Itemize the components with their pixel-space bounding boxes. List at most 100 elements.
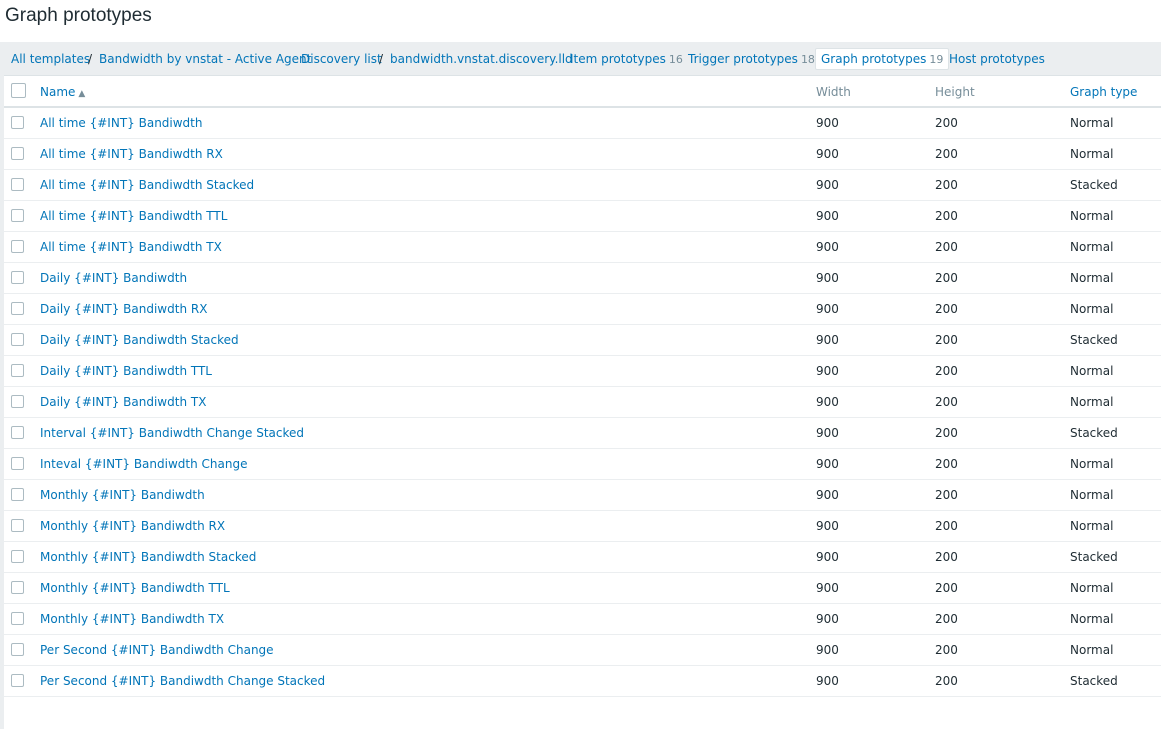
row-checkbox[interactable] [11, 116, 24, 129]
table-row: Monthly {#INT} Bandiwdth TX 900 200 Normal [4, 604, 1161, 635]
tab-trigger-prototypes[interactable]: Trigger prototypes 18 [688, 50, 815, 68]
row-height-cell: 200 [935, 581, 958, 595]
row-name-cell: Monthly {#INT} Bandiwdth TX [40, 604, 224, 634]
row-checkbox[interactable] [11, 395, 24, 408]
graph-prototype-link[interactable]: Monthly {#INT} Bandiwdth Stacked [40, 550, 256, 564]
row-width-cell: 900 [816, 302, 839, 316]
row-height-cell: 200 [935, 209, 958, 223]
row-checkbox[interactable] [11, 271, 24, 284]
graph-prototype-link[interactable]: Daily {#INT} Bandiwdth RX [40, 302, 207, 316]
row-checkbox[interactable] [11, 364, 24, 377]
breadcrumb-separator: / [88, 52, 93, 66]
column-header-height: Height [935, 85, 975, 99]
select-all-checkbox[interactable] [11, 83, 26, 98]
row-width-cell: 900 [816, 581, 839, 595]
row-graph-type-cell: Normal [1070, 519, 1114, 533]
tab-host-prototypes[interactable]: Host prototypes [949, 50, 1045, 68]
row-graph-type-cell: Stacked [1070, 333, 1118, 347]
row-name-cell: Daily {#INT} Bandiwdth TX [40, 387, 206, 417]
row-width-cell: 900 [816, 674, 839, 688]
graph-prototype-link[interactable]: All time {#INT} Bandiwdth TTL [40, 209, 227, 223]
row-width-cell: 900 [816, 147, 839, 161]
row-height-cell: 200 [935, 116, 958, 130]
row-graph-type-cell: Normal [1070, 364, 1114, 378]
tab-label: Graph prototypes [821, 52, 927, 66]
column-header-width: Width [816, 85, 851, 99]
row-checkbox[interactable] [11, 457, 24, 470]
table-row: Daily {#INT} Bandiwdth RX 900 200 Normal [4, 294, 1161, 325]
row-graph-type-cell: Normal [1070, 240, 1114, 254]
row-name-cell: Monthly {#INT} Bandiwdth [40, 480, 205, 510]
breadcrumb-navbar: All templates / Bandwidth by vnstat - Ac… [4, 42, 1161, 76]
tab-discovery-list[interactable]: Discovery list [301, 50, 382, 68]
graph-prototype-link[interactable]: Per Second {#INT} Bandiwdth Change [40, 643, 274, 657]
table-row: Monthly {#INT} Bandiwdth TTL 900 200 Normal [4, 573, 1161, 604]
sort-by-name-link[interactable]: Name [40, 85, 75, 99]
row-name-cell: Daily {#INT} Bandiwdth Stacked [40, 325, 239, 355]
row-checkbox[interactable] [11, 581, 24, 594]
row-checkbox[interactable] [11, 209, 24, 222]
row-graph-type-cell: Normal [1070, 488, 1114, 502]
row-graph-type-cell: Normal [1070, 147, 1114, 161]
graph-prototype-link[interactable]: Interval {#INT} Bandiwdth Change Stacked [40, 426, 304, 440]
breadcrumb-template[interactable]: Bandwidth by vnstat - Active Agent [99, 50, 311, 68]
graph-prototype-link[interactable]: All time {#INT} Bandiwdth TX [40, 240, 222, 254]
row-checkbox[interactable] [11, 333, 24, 346]
table-row: Monthly {#INT} Bandiwdth RX 900 200 Normal [4, 511, 1161, 542]
row-checkbox[interactable] [11, 178, 24, 191]
row-height-cell: 200 [935, 395, 958, 409]
row-checkbox[interactable] [11, 643, 24, 656]
graph-prototype-link[interactable]: Inteval {#INT} Bandiwdth Change [40, 457, 247, 471]
graph-prototype-link[interactable]: Monthly {#INT} Bandiwdth RX [40, 519, 225, 533]
table-body: All time {#INT} Bandiwdth 900 200 Normal All… [4, 108, 1161, 697]
graph-prototypes-table: Name ▲ Width Height Graph type All time {… [4, 77, 1161, 697]
row-checkbox[interactable] [11, 302, 24, 315]
row-height-cell: 200 [935, 147, 958, 161]
row-checkbox[interactable] [11, 612, 24, 625]
breadcrumb-separator: / [379, 52, 384, 66]
graph-prototype-link[interactable]: All time {#INT} Bandiwdth [40, 116, 203, 130]
page-title: Graph prototypes [5, 5, 152, 26]
row-checkbox[interactable] [11, 519, 24, 532]
graph-prototype-link[interactable]: Daily {#INT} Bandiwdth TX [40, 395, 206, 409]
row-checkbox[interactable] [11, 240, 24, 253]
row-checkbox[interactable] [11, 488, 24, 501]
tab-label: Item prototypes [570, 52, 666, 66]
row-checkbox[interactable] [11, 674, 24, 687]
row-width-cell: 900 [816, 364, 839, 378]
row-checkbox[interactable] [11, 426, 24, 439]
graph-prototype-link[interactable]: Daily {#INT} Bandiwdth [40, 271, 187, 285]
row-graph-type-cell: Stacked [1070, 674, 1118, 688]
graph-prototype-link[interactable]: Daily {#INT} Bandiwdth TTL [40, 364, 212, 378]
row-height-cell: 200 [935, 178, 958, 192]
tab-item-prototypes[interactable]: Item prototypes 16 [570, 50, 683, 68]
table-row: Monthly {#INT} Bandiwdth Stacked 900 200 St… [4, 542, 1161, 573]
graph-prototype-link[interactable]: All time {#INT} Bandiwdth Stacked [40, 178, 254, 192]
row-name-cell: All time {#INT} Bandiwdth TX [40, 232, 222, 262]
row-name-cell: Daily {#INT} Bandiwdth TTL [40, 356, 212, 386]
graph-prototype-link[interactable]: Per Second {#INT} Bandiwdth Change Stack… [40, 674, 325, 688]
table-row: All time {#INT} Bandiwdth TTL 900 200 Norma… [4, 201, 1161, 232]
graph-prototype-link[interactable]: All time {#INT} Bandiwdth RX [40, 147, 223, 161]
graph-prototype-link[interactable]: Daily {#INT} Bandiwdth Stacked [40, 333, 239, 347]
sort-by-graph-type-link[interactable]: Graph type [1070, 85, 1137, 99]
breadcrumb-discovery-rule[interactable]: bandwidth.vnstat.discovery.lld [390, 50, 573, 68]
row-width-cell: 900 [816, 550, 839, 564]
row-height-cell: 200 [935, 488, 958, 502]
row-height-cell: 200 [935, 271, 958, 285]
tab-graph-prototypes[interactable]: Graph prototypes 19 [815, 48, 950, 70]
row-checkbox[interactable] [11, 147, 24, 160]
graph-prototype-link[interactable]: Monthly {#INT} Bandiwdth TX [40, 612, 224, 626]
row-height-cell: 200 [935, 674, 958, 688]
row-graph-type-cell: Stacked [1070, 550, 1118, 564]
row-height-cell: 200 [935, 364, 958, 378]
graph-prototype-link[interactable]: Monthly {#INT} Bandiwdth [40, 488, 205, 502]
graph-prototype-link[interactable]: Monthly {#INT} Bandiwdth TTL [40, 581, 230, 595]
row-checkbox[interactable] [11, 550, 24, 563]
breadcrumb-all-templates[interactable]: All templates [11, 50, 90, 68]
column-header-name: Name ▲ [40, 77, 85, 109]
row-name-cell: Daily {#INT} Bandiwdth RX [40, 294, 207, 324]
row-graph-type-cell: Normal [1070, 116, 1114, 130]
row-graph-type-cell: Normal [1070, 271, 1114, 285]
tab-count: 19 [929, 53, 944, 66]
